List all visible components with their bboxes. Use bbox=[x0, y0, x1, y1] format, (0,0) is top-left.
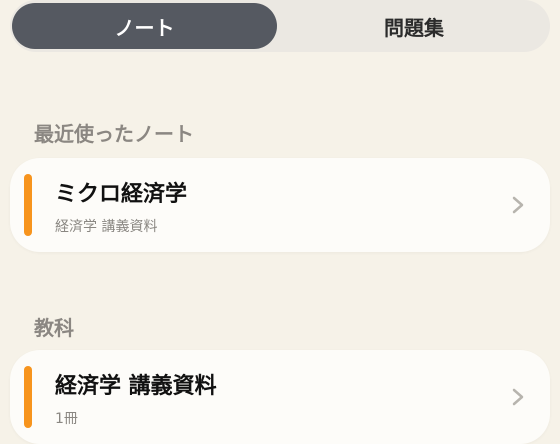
recent-note-card[interactable]: ミクロ経済学 経済学 講義資料 bbox=[10, 158, 550, 252]
recent-notes-heading: 最近使ったノート bbox=[34, 122, 194, 146]
tab-notes[interactable]: ノート bbox=[12, 3, 277, 49]
subjects-heading: 教科 bbox=[34, 316, 74, 340]
accent-bar bbox=[24, 366, 32, 428]
card-title: 経済学 講義資料 bbox=[55, 374, 217, 399]
accent-bar bbox=[24, 174, 32, 236]
card-title: ミクロ経済学 bbox=[55, 182, 188, 207]
tab-question-sets[interactable]: 問題集 bbox=[282, 3, 546, 49]
card-subtitle: 経済学 講義資料 bbox=[55, 219, 158, 235]
segmented-control: ノート 問題集 bbox=[10, 0, 550, 52]
card-subtitle: 1冊 bbox=[55, 411, 78, 427]
chevron-right-icon bbox=[512, 388, 524, 406]
chevron-right-icon bbox=[512, 196, 524, 214]
subject-card[interactable]: 経済学 講義資料 1冊 bbox=[10, 350, 550, 444]
